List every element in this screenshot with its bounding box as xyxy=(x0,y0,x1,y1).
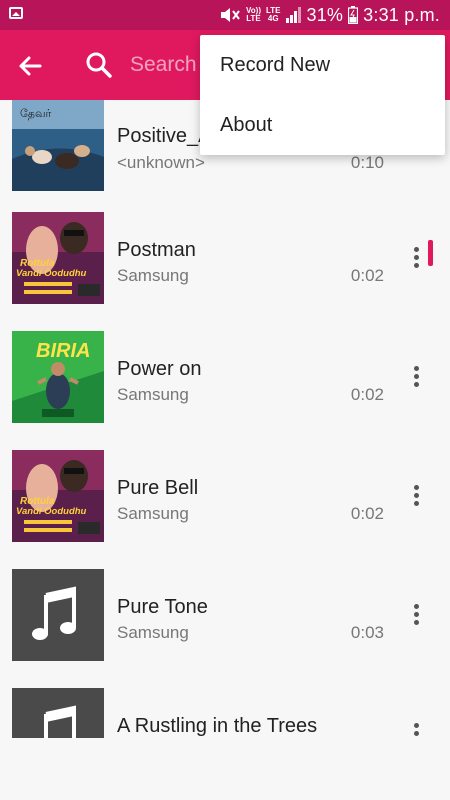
gallery-notification-icon xyxy=(9,7,23,19)
track-row[interactable]: Pure Tone Samsung 0:03 xyxy=(0,546,450,665)
menu-item-about[interactable]: About xyxy=(220,114,272,137)
track-artist: Samsung xyxy=(117,623,189,642)
search-icon[interactable] xyxy=(84,50,114,80)
poster-title-2: Vandi Oodudhu xyxy=(16,268,87,279)
status-icons: Vo)) LTE LTE 4G 31% 3:31 p.m. xyxy=(219,4,440,26)
track-row[interactable]: BIRIA Power on Samsung 0:02 xyxy=(0,308,450,427)
more-options-icon[interactable] xyxy=(408,485,424,511)
track-artist: <unknown> xyxy=(117,153,205,172)
overflow-menu: Record New About xyxy=(200,35,445,155)
track-duration: 0:03 xyxy=(350,623,384,642)
track-title: Power on xyxy=(117,358,202,380)
clock: 3:31 p.m. xyxy=(363,4,440,25)
album-art: Rottula Vandi Oodudhu xyxy=(12,450,104,542)
track-title: Pure Bell xyxy=(117,477,199,499)
album-art xyxy=(12,688,104,738)
battery-percent: 31% xyxy=(306,4,344,25)
music-note-icon xyxy=(32,586,76,640)
back-arrow-icon[interactable] xyxy=(14,50,46,82)
track-row[interactable]: Rottula Vandi Oodudhu Pure Bell Samsung … xyxy=(0,427,450,546)
music-note-icon xyxy=(44,705,76,738)
track-row[interactable]: A Rustling in the Trees xyxy=(0,665,450,738)
track-artist: Samsung xyxy=(117,385,189,404)
scrollbar[interactable] xyxy=(428,240,433,266)
more-options-icon[interactable] xyxy=(408,723,424,738)
track-duration: 0:10 xyxy=(350,153,384,172)
track-duration: 0:02 xyxy=(350,504,384,523)
track-artist: Samsung xyxy=(117,266,189,285)
track-title: Postman xyxy=(117,239,196,261)
track-title: A Rustling in the Trees xyxy=(117,715,318,737)
track-artist: Samsung xyxy=(117,504,189,523)
menu-item-record-new[interactable]: Record New xyxy=(220,54,330,77)
track-list[interactable]: தேவர் Positive_A <unknown> 0:10 Rottula … xyxy=(0,100,450,738)
mute-icon xyxy=(221,8,240,22)
album-art: Rottula Vandi Oodudhu xyxy=(12,212,104,304)
track-row[interactable]: Rottula Vandi Oodudhu Postman Samsung 0:… xyxy=(0,189,450,308)
status-bar: Vo)) LTE LTE 4G 31% 3:31 p.m. xyxy=(0,0,450,30)
lte-indicator: LTE 4G xyxy=(266,6,281,23)
more-options-icon[interactable] xyxy=(408,604,424,630)
poster-title: தேவர் xyxy=(20,108,52,120)
album-art: BIRIA xyxy=(12,331,104,423)
track-duration: 0:02 xyxy=(350,266,384,285)
poster-title: BIRIA xyxy=(36,340,90,362)
battery-icon xyxy=(348,6,359,24)
signal-icon xyxy=(285,7,301,23)
more-options-icon[interactable] xyxy=(408,247,424,273)
track-title: Positive_A xyxy=(117,125,212,147)
album-art xyxy=(12,569,104,661)
track-duration: 0:02 xyxy=(350,385,384,404)
album-art: தேவர் xyxy=(12,100,104,191)
more-options-icon[interactable] xyxy=(408,366,424,392)
poster-title-2: Vandi Oodudhu xyxy=(16,506,87,517)
volte-indicator: Vo)) LTE xyxy=(246,6,261,23)
track-title: Pure Tone xyxy=(117,596,208,618)
